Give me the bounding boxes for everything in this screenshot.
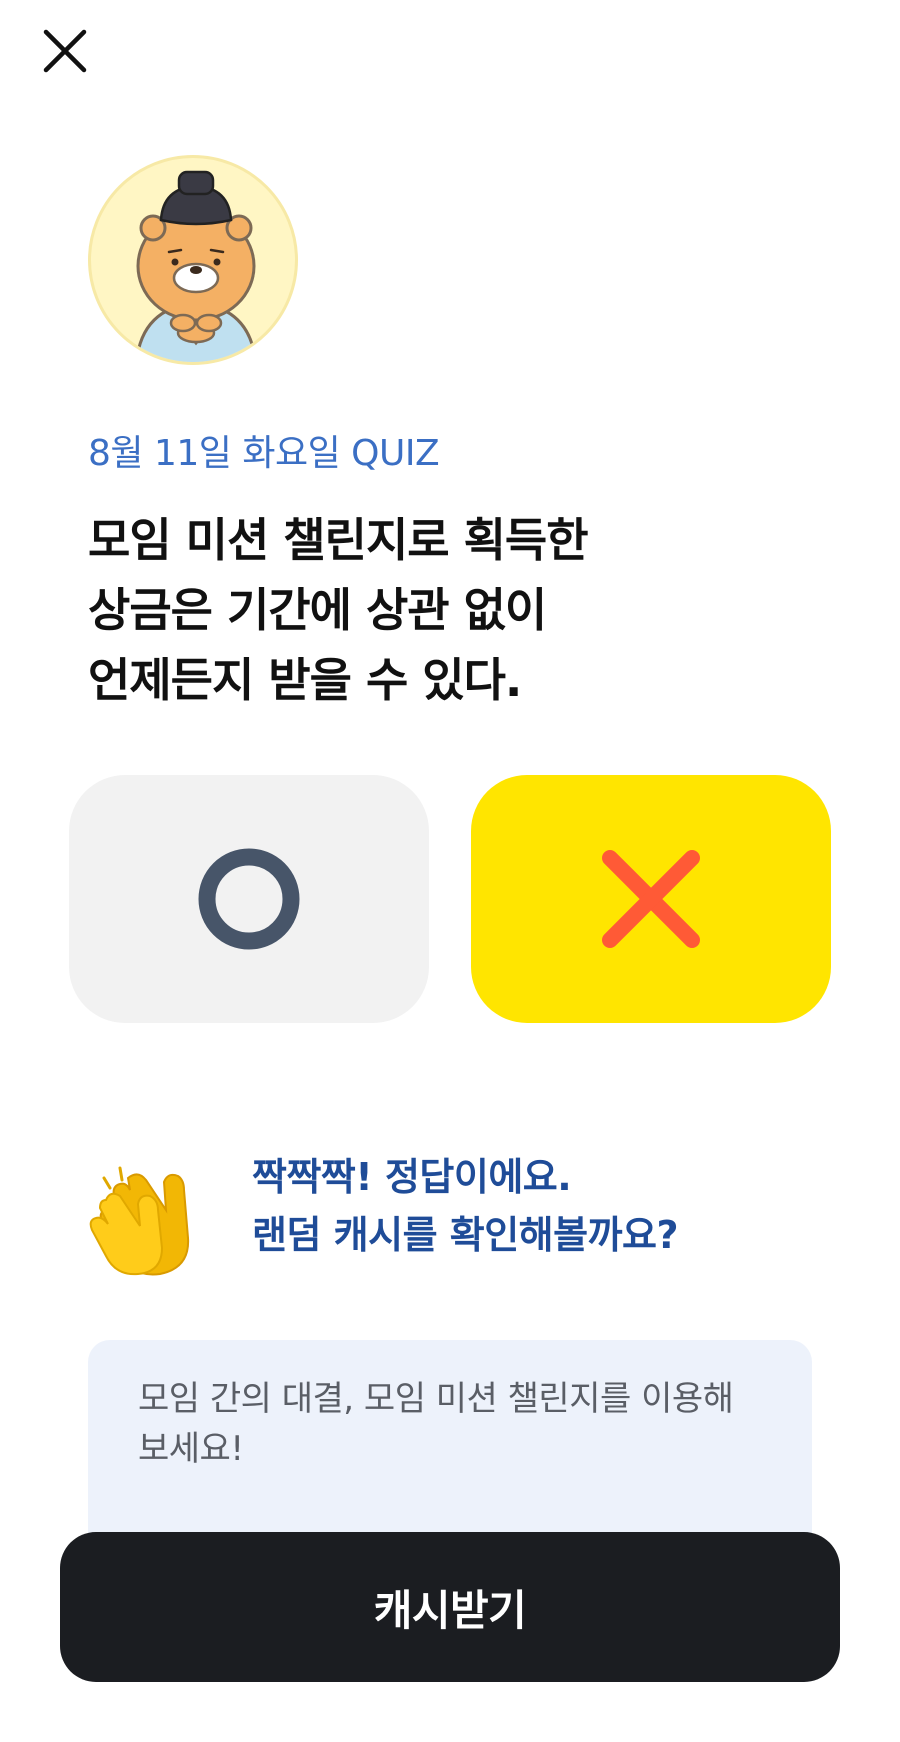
circle-o-icon [198, 848, 300, 950]
hint-line-2: 보세요! [138, 1429, 244, 1469]
question-line-3: 언제든지 받을 수 있다. [88, 653, 522, 707]
quiz-screen: 8월 11일 화요일 QUIZ 모임 미션 챌린지로 획득한 상금은 기간에 상… [0, 0, 900, 1742]
question-line-2: 상금은 기간에 상관 없이 [88, 583, 547, 637]
result-line-2: 랜덤 캐시를 확인해볼까요? [252, 1213, 679, 1257]
question-line-1: 모임 미션 챌린지로 획득한 [88, 513, 589, 567]
cross-x-icon [602, 850, 700, 948]
hint-line-1: 모임 간의 대결, 모임 미션 챌린지를 이용해 [138, 1379, 734, 1419]
result-line-1: 짝짝짝! 정답이에요. [252, 1155, 572, 1199]
hint-text: 모임 간의 대결, 모임 미션 챌린지를 이용해 보세요! [138, 1374, 762, 1474]
result-message: 짝짝짝! 정답이에요. 랜덤 캐시를 확인해볼까요? [88, 1148, 828, 1278]
result-text: 짝짝짝! 정답이에요. 랜덤 캐시를 확인해볼까요? [252, 1148, 679, 1264]
quiz-question: 모임 미션 챌린지로 획득한 상금은 기간에 상관 없이 언제든지 받을 수 있… [88, 505, 808, 715]
answer-x-button[interactable] [471, 775, 831, 1023]
character-avatar [88, 155, 298, 365]
close-button[interactable] [36, 22, 94, 80]
hint-box: 모임 간의 대결, 모임 미션 챌린지를 이용해 보세요! [88, 1340, 812, 1560]
receive-cash-button[interactable]: 캐시받기 [60, 1532, 840, 1682]
clapping-hands-icon [89, 1166, 190, 1276]
character-avatar-icon [135, 170, 257, 362]
quiz-date-label: 8월 11일 화요일 QUIZ [88, 433, 440, 474]
close-icon [43, 29, 87, 73]
answer-o-button[interactable] [69, 775, 429, 1023]
